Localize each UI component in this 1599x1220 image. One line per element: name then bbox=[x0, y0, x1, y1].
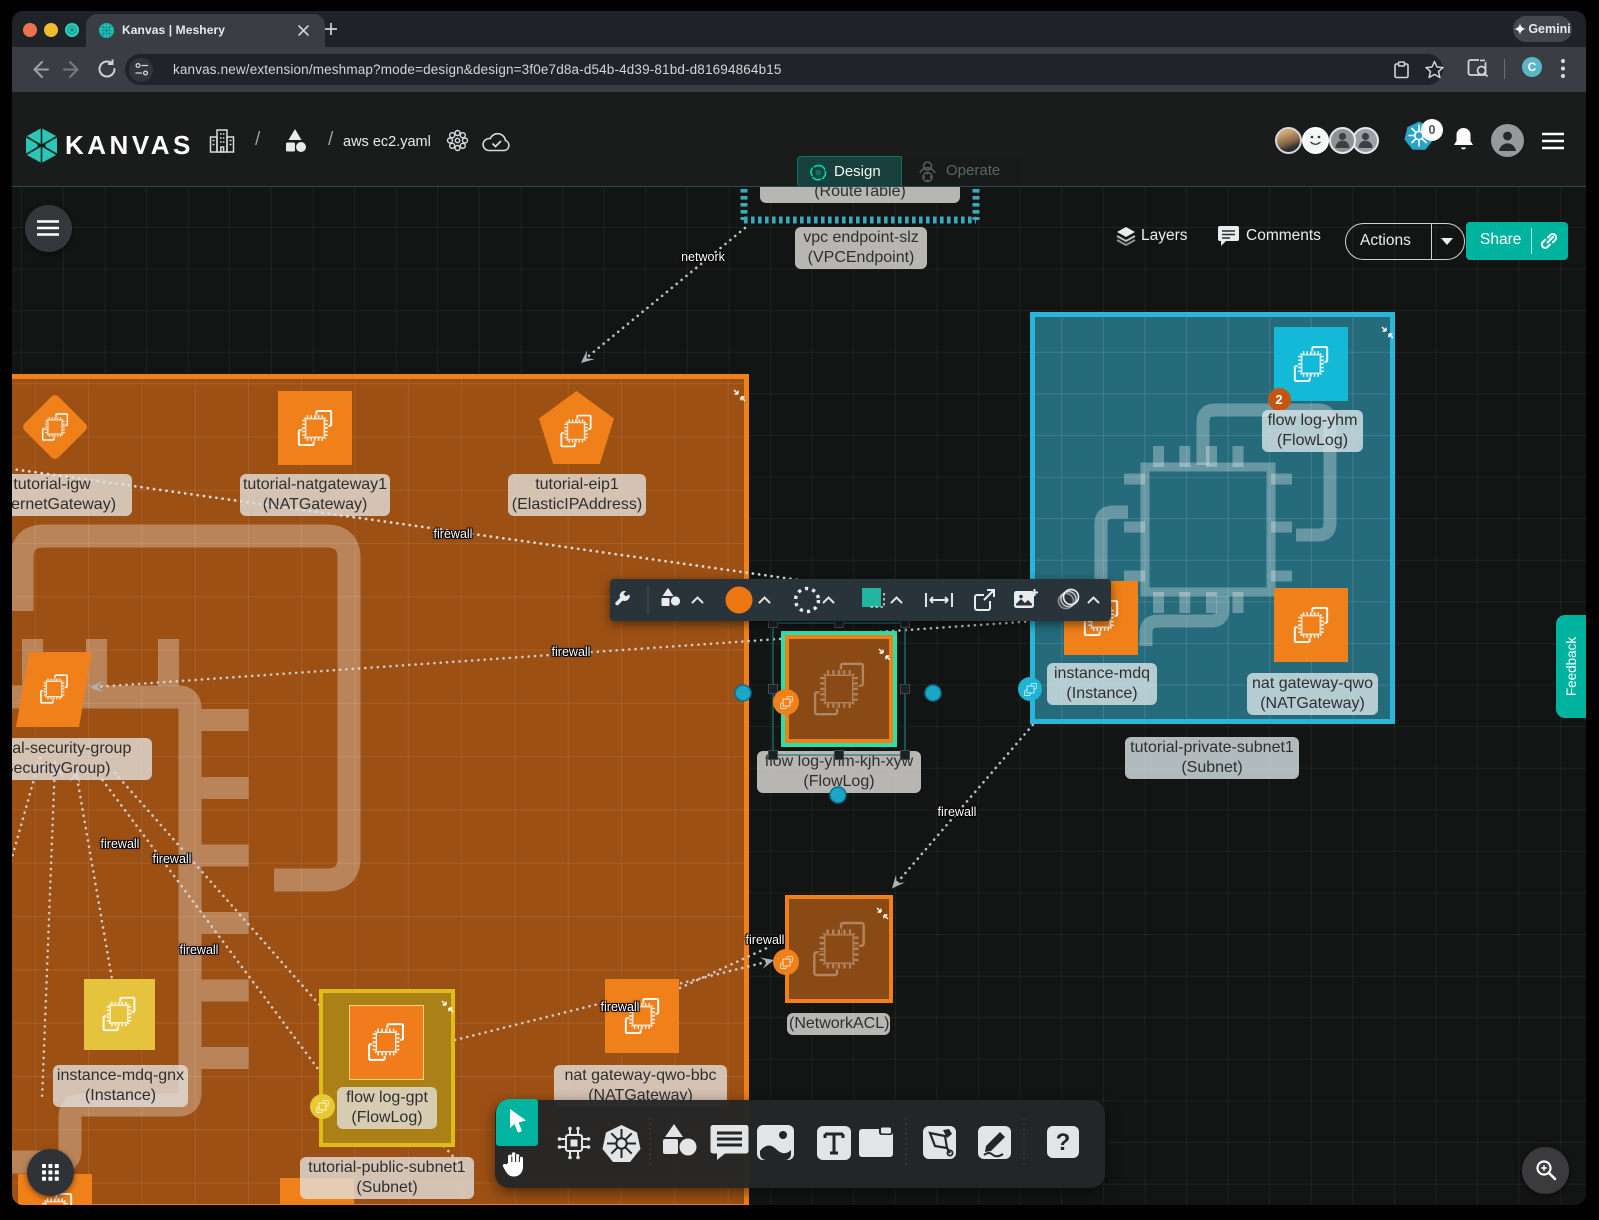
svg-text:?: ? bbox=[1056, 1129, 1071, 1156]
